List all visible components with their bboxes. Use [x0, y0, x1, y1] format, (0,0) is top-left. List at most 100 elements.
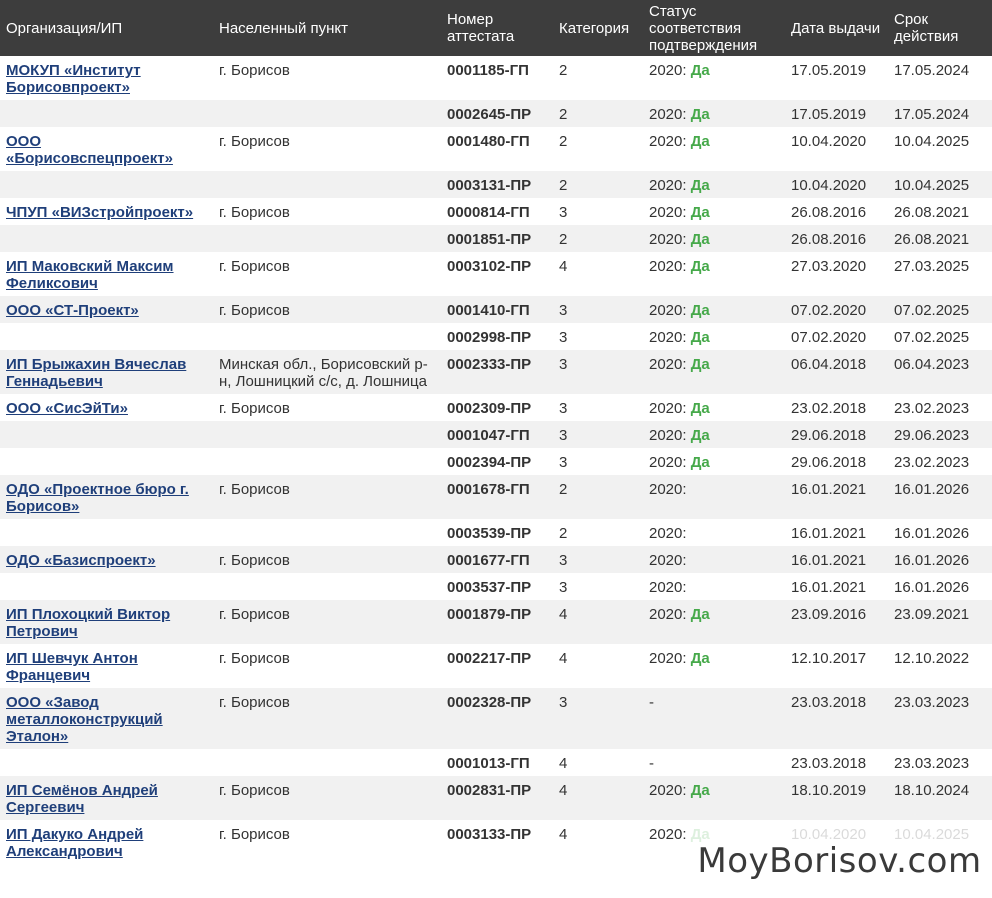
cell-number: 0003539-ПР	[447, 525, 532, 542]
org-link[interactable]: ООО «СТ-Проект»	[6, 302, 139, 319]
cell-number: 0001480-ГП	[447, 133, 530, 150]
col-header-status: Статус соответствия подтверждения	[649, 2, 758, 54]
cell-org: ОДО «Проектное бюро г. Борисов»	[0, 475, 213, 519]
status-year: 2020:	[649, 133, 687, 150]
cell-number: 0003133-ПР	[447, 826, 532, 843]
status-badge: Да	[690, 400, 710, 417]
cell-status: 2020: Да	[643, 350, 785, 394]
cell-place	[213, 448, 441, 475]
cell-number: 0002394-ПР	[447, 454, 532, 471]
cell-issued: 27.03.2020	[791, 258, 867, 275]
status-year: -	[649, 694, 654, 711]
cell-place: г. Борисов	[219, 481, 290, 498]
cell-issued: 26.08.2016	[791, 204, 867, 221]
cell-issued: 17.05.2019	[791, 106, 867, 123]
status-year: 2020:	[649, 579, 687, 596]
col-header-category: Категория	[559, 19, 630, 37]
status-year: 2020:	[649, 302, 687, 319]
col-header-org: Организация/ИП	[6, 19, 123, 37]
cell-issued: 18.10.2019	[791, 782, 867, 799]
status-year: 2020:	[649, 62, 687, 79]
org-link[interactable]: ООО «Завод металлоконструкций Эталон»	[6, 694, 163, 745]
table-row: 0003539-ПР 2 2020: 16.01.2021 16.01.2026	[0, 519, 992, 546]
cell-issued: 07.02.2020	[791, 329, 867, 346]
org-link[interactable]: ООО «Борисовспецпроект»	[6, 133, 173, 167]
cell-category: 4	[559, 826, 568, 843]
cell-place: г. Борисов	[219, 650, 290, 667]
cell-category: 3	[559, 552, 568, 569]
cell-number: 0003131-ПР	[447, 177, 532, 194]
cell-number: 0002328-ПР	[447, 694, 532, 711]
org-link[interactable]: ИП Маковский Максим Феликсович	[6, 258, 174, 292]
cell-valid: 18.10.2024	[894, 782, 970, 799]
cell-org	[0, 171, 213, 198]
cell-category: 2	[559, 133, 568, 150]
cell-category: 2	[559, 231, 568, 248]
table-row: ОДО «Базиспроект» г. Борисов 0001677-ГП 3 20…	[0, 546, 992, 573]
cell-number: 0001879-ПР	[447, 606, 532, 623]
cell-number: 0001013-ГП	[447, 755, 530, 772]
cell-place	[213, 573, 441, 600]
table-row: ИП Брыжахин Вячеслав Геннадьевич Минская …	[0, 350, 992, 394]
cell-valid: 16.01.2026	[894, 552, 970, 569]
cell-issued: 26.08.2016	[791, 231, 867, 248]
table-row: 0003537-ПР 3 2020: 16.01.2021 16.01.2026	[0, 573, 992, 600]
cell-org	[0, 573, 213, 600]
cell-place: г. Борисов	[219, 694, 290, 711]
cell-issued: 23.09.2016	[791, 606, 867, 623]
status-badge: Да	[690, 204, 710, 221]
org-link[interactable]: ОДО «Базиспроект»	[6, 552, 156, 569]
cell-status: 2020: Да	[643, 252, 785, 296]
cell-org: МОКУП «Институт Борисовпроект»	[0, 56, 213, 100]
cell-valid: 12.10.2022	[894, 650, 970, 667]
org-link[interactable]: ИП Семёнов Андрей Сергеевич	[6, 782, 158, 816]
status-badge: Да	[690, 302, 710, 319]
cell-category: 3	[559, 302, 568, 319]
cell-valid: 06.04.2023	[894, 356, 970, 373]
table-row: 0002998-ПР 3 2020: Да 07.02.2020 07.02.2025	[0, 323, 992, 350]
org-link[interactable]: ИП Плохоцкий Виктор Петрович	[6, 606, 170, 640]
cell-place: г. Борисов	[219, 782, 290, 799]
org-link[interactable]: ИП Дакуко Андрей Александрович	[6, 826, 143, 860]
org-link[interactable]: ООО «СисЭйТи»	[6, 400, 128, 417]
cell-status: 2020:	[643, 475, 785, 519]
cell-issued: 23.03.2018	[791, 694, 867, 711]
cell-number: 0000814-ГП	[447, 204, 530, 221]
table-row: ООО «Завод металлоконструкций Эталон» г. …	[0, 688, 992, 749]
status-year: -	[649, 755, 654, 772]
table-row: 0003131-ПР 2 2020: Да 10.04.2020 10.04.2025	[0, 171, 992, 198]
org-link[interactable]: ИП Шевчук Антон Францевич	[6, 650, 138, 684]
status-badge: Да	[690, 454, 710, 471]
cell-issued: 16.01.2021	[791, 481, 867, 498]
cell-issued: 12.10.2017	[791, 650, 867, 667]
cell-valid: 16.01.2026	[894, 525, 970, 542]
status-badge: Да	[690, 606, 710, 623]
cell-status: 2020: Да	[643, 127, 785, 171]
cell-category: 4	[559, 782, 568, 799]
org-link[interactable]: ОДО «Проектное бюро г. Борисов»	[6, 481, 189, 515]
cell-valid: 29.06.2023	[894, 427, 970, 444]
cell-status: -	[643, 688, 785, 749]
cell-number: 0001185-ГП	[447, 62, 529, 79]
cell-place: г. Борисов	[219, 133, 290, 150]
cell-number: 0002217-ПР	[447, 650, 532, 667]
org-link[interactable]: ИП Брыжахин Вячеслав Геннадьевич	[6, 356, 186, 390]
cell-category: 4	[559, 258, 568, 275]
site-watermark: MoyBorisov.com	[687, 824, 992, 898]
org-link[interactable]: МОКУП «Институт Борисовпроект»	[6, 62, 141, 96]
status-badge: Да	[690, 782, 710, 799]
cell-org	[0, 519, 213, 546]
cell-issued: 23.02.2018	[791, 400, 867, 417]
cell-category: 3	[559, 427, 568, 444]
cell-issued: 10.04.2020	[791, 133, 867, 150]
table-row: 0002645-ПР 2 2020: Да 17.05.2019 17.05.2024	[0, 100, 992, 127]
status-badge: Да	[690, 62, 710, 79]
cell-place	[213, 519, 441, 546]
cell-status: -	[643, 749, 785, 776]
cell-number: 0002645-ПР	[447, 106, 532, 123]
table-row: ООО «СТ-Проект» г. Борисов 0001410-ГП 3 2020…	[0, 296, 992, 323]
table-row: ОДО «Проектное бюро г. Борисов» г. Борисо…	[0, 475, 992, 519]
cell-place: г. Борисов	[219, 62, 290, 79]
org-link[interactable]: ЧПУП «ВИЗстройпроект»	[6, 204, 193, 221]
cell-number: 0002998-ПР	[447, 329, 532, 346]
